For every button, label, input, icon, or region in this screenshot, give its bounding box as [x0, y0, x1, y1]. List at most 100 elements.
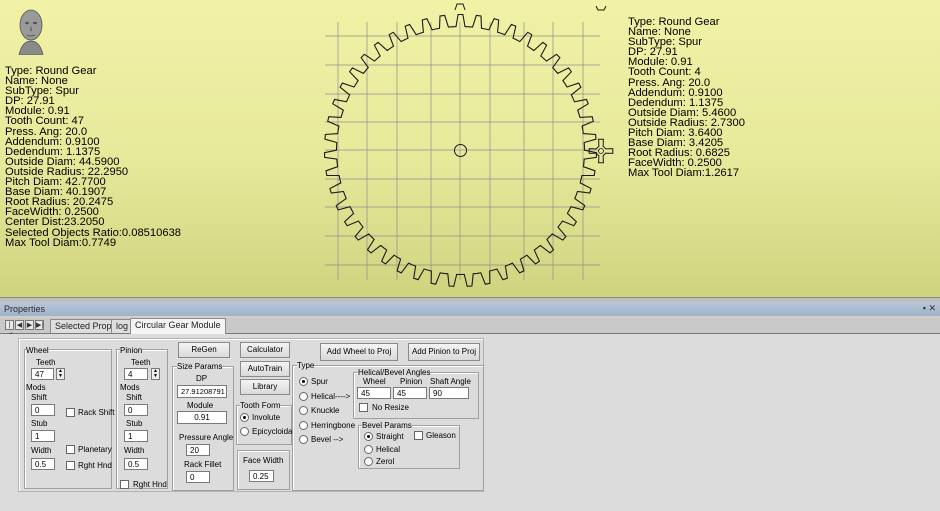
properties-title-bar: Properties ▪ ✕: [0, 302, 940, 316]
rack-shift-checkbox[interactable]: [66, 408, 75, 417]
wheel-info-line: Max Tool Diam:0.7749: [5, 236, 117, 249]
gleason-label: Gleason: [426, 431, 456, 440]
rack-fillet-label: Rack Fillet: [184, 460, 222, 469]
pinion-shift-label: Shift: [126, 393, 143, 402]
epicycloidal-label: Epicycloidal: [252, 427, 295, 436]
helical-bevel-radio[interactable]: [364, 445, 373, 454]
wheel-teeth-input[interactable]: 47: [31, 368, 54, 380]
wheel-gear-outline: [323, 13, 598, 287]
straight-label: Straight: [376, 432, 404, 441]
epicycloidal-radio[interactable]: [240, 427, 249, 436]
partial-gear-tooth: [454, 3, 466, 11]
wheel-mods-label: Mods: [26, 383, 46, 392]
wheel-rght-hnd-label: Rght Hnd: [78, 461, 112, 470]
face-width-input[interactable]: 0.25: [249, 470, 274, 482]
involute-radio[interactable]: [240, 413, 249, 422]
tab-nav-prev-button[interactable]: ◀: [15, 320, 24, 330]
spin-down-icon[interactable]: ▼: [57, 374, 64, 379]
pinion-teeth-stepper[interactable]: ▲ ▼: [151, 368, 160, 380]
add-wheel-to-proj-button[interactable]: Add Wheel to Proj: [320, 343, 398, 361]
tab-nav-last-button[interactable]: ▶|: [35, 320, 44, 330]
wheel-shift-label: Shift: [31, 393, 48, 402]
partial-gear-tooth: [595, 5, 607, 11]
autotrain-button[interactable]: AutoTrain: [240, 361, 290, 377]
helical-bevel-angles-label: Helical/Bevel Angles: [358, 368, 431, 377]
no-resize-checkbox[interactable]: [359, 403, 368, 412]
herringbone-label: Herringbone: [311, 421, 356, 430]
pressure-angle-input[interactable]: 20: [186, 444, 210, 456]
wheel-group-label: Wheel: [26, 346, 49, 355]
tab-circular-gear-module[interactable]: Circular Gear Module: [130, 318, 226, 334]
properties-title: Properties: [4, 304, 46, 314]
pinion-rght-hnd-label: Rght Hnd: [133, 480, 167, 489]
pressure-angle-label: Pressure Angle: [179, 433, 234, 442]
calculator-button[interactable]: Calculator: [240, 342, 290, 358]
add-pinion-to-proj-button[interactable]: Add Pinion to Proj: [408, 343, 480, 361]
straight-radio[interactable]: [364, 432, 373, 441]
gleason-checkbox[interactable]: [414, 431, 423, 440]
involute-label: Involute: [252, 413, 281, 422]
rack-shift-label: Rack Shift: [78, 408, 115, 417]
face-width-label: Face Width: [243, 456, 284, 465]
knuckle-radio[interactable]: [299, 406, 308, 415]
close-icon[interactable]: ✕: [928, 303, 936, 313]
pinion-rght-hnd-checkbox[interactable]: [120, 480, 129, 489]
wheel-info-readout: Type: Round Gear Name: None SubType: Spur D…: [5, 65, 181, 249]
rack-fillet-input[interactable]: 0: [186, 471, 210, 483]
pin-icon[interactable]: ▪: [923, 303, 926, 313]
wheel-rght-hnd-checkbox[interactable]: [66, 461, 75, 470]
bevel-type-radio[interactable]: [299, 435, 308, 444]
no-resize-label: No Resize: [372, 403, 409, 412]
wheel-center-hole: [454, 144, 467, 157]
planetary-checkbox[interactable]: [66, 445, 75, 454]
dp-label: DP: [196, 374, 208, 383]
size-params-label: Size Params: [177, 362, 223, 371]
library-button[interactable]: Library: [240, 379, 290, 395]
tab-strip: |◀ ◀ ▶ ▶| Selected Props log Circular Ge…: [0, 318, 940, 339]
pinion-teeth-label: Teeth: [131, 358, 151, 367]
pinion-center-hole: [598, 148, 604, 154]
dp-input[interactable]: 27.91208791: [177, 385, 227, 398]
gear-viewport[interactable]: Type: Round Gear Name: None SubType: Spur D…: [0, 0, 940, 297]
spur-radio[interactable]: [299, 377, 308, 386]
gear-module-panel: Wheel Teeth 47 ▲ ▼ Mods Shift 0 Stub 1 Wi…: [0, 334, 940, 511]
hb-shaft-angle-input[interactable]: 90: [429, 387, 469, 399]
module-label: Module: [187, 401, 214, 410]
pinion-stub-label: Stub: [126, 419, 143, 428]
hb-pinion-input[interactable]: 45: [393, 387, 427, 399]
pinion-teeth-input[interactable]: 4: [124, 368, 148, 380]
wheel-stub-label: Stub: [31, 419, 48, 428]
regen-button[interactable]: ReGen: [178, 342, 230, 358]
zerol-radio[interactable]: [364, 457, 373, 466]
pinion-width-input[interactable]: 0.5: [124, 458, 148, 470]
wheel-shift-input[interactable]: 0: [31, 404, 55, 416]
tab-nav-first-button[interactable]: |◀: [5, 320, 14, 339]
zerol-label: Zerol: [376, 457, 395, 466]
helical-type-radio[interactable]: [299, 392, 308, 401]
module-input[interactable]: 0.91: [177, 411, 227, 424]
knuckle-label: Knuckle: [311, 406, 340, 415]
helical-bevel-label: Helical: [376, 445, 401, 454]
tooth-form-label: Tooth Form: [240, 401, 281, 410]
pinion-info-readout: Type: Round Gear Name: None SubType: Spur D…: [628, 16, 745, 179]
pinion-stub-input[interactable]: 1: [124, 430, 148, 442]
wheel-info-line: Center Dist:23.2050: [5, 216, 105, 229]
spin-down-icon[interactable]: ▼: [152, 374, 159, 379]
hb-shaft-angle-label: Shaft Angle: [430, 377, 471, 386]
planetary-label: Planetary: [78, 445, 112, 454]
tab-nav-next-button[interactable]: ▶: [25, 320, 34, 330]
helical-type-label: Helical---->: [311, 392, 351, 401]
pinion-shift-input[interactable]: 0: [124, 404, 148, 416]
pinion-group-label: Pinion: [120, 346, 143, 355]
hb-wheel-label: Wheel: [363, 377, 386, 386]
spur-label: Spur: [311, 377, 328, 386]
wheel-teeth-stepper[interactable]: ▲ ▼: [56, 368, 65, 380]
hb-wheel-input[interactable]: 45: [357, 387, 391, 399]
pinion-width-label: Width: [124, 446, 145, 455]
herringbone-radio[interactable]: [299, 421, 308, 430]
hb-pinion-label: Pinion: [400, 377, 423, 386]
wheel-width-input[interactable]: 0.5: [31, 458, 55, 470]
wheel-width-label: Width: [31, 446, 52, 455]
wheel-stub-input[interactable]: 1: [31, 430, 55, 442]
wheel-teeth-label: Teeth: [36, 358, 56, 367]
